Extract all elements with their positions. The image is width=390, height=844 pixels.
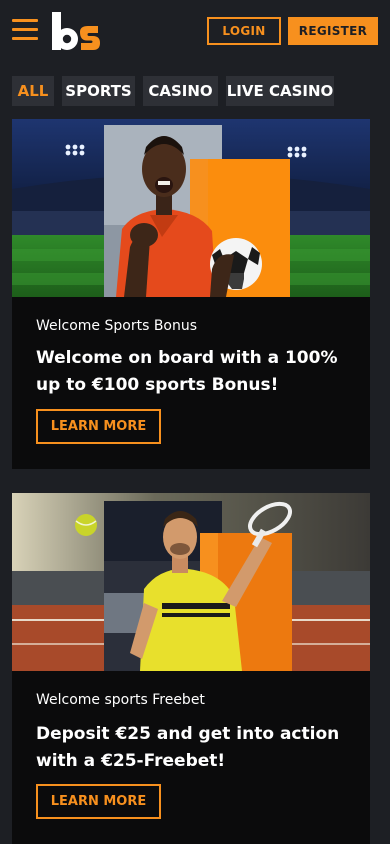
header: LOGIN REGISTER [0,0,390,64]
tab-casino[interactable]: CASINO [143,76,218,106]
bs-logo[interactable] [50,10,106,54]
promo-card-sports-bonus: Welcome Sports Bonus Welcome on board wi… [12,119,370,469]
promo-image-football [12,119,370,297]
learn-more-button[interactable]: LEARN MORE [36,784,161,819]
hamburger-menu-icon[interactable] [12,19,38,41]
promo-title: Deposit €25 and get into action with a €… [36,724,340,771]
register-button[interactable]: REGISTER [288,17,378,45]
promo-title: Welcome on board with a 100% up to €100 … [36,348,338,395]
learn-more-button[interactable]: LEARN MORE [36,409,161,444]
promo-subtitle: Welcome sports Freebet [36,692,205,708]
promo-image-tennis [12,493,370,671]
tab-all[interactable]: ALL [12,76,54,106]
tab-sports[interactable]: SPORTS [62,76,135,106]
promo-subtitle: Welcome Sports Bonus [36,318,198,334]
login-button[interactable]: LOGIN [207,17,281,45]
promo-card-sports-freebet: Welcome sports Freebet Deposit €25 and g… [12,493,370,844]
tab-live-casino[interactable]: LIVE CASINO [226,76,334,106]
